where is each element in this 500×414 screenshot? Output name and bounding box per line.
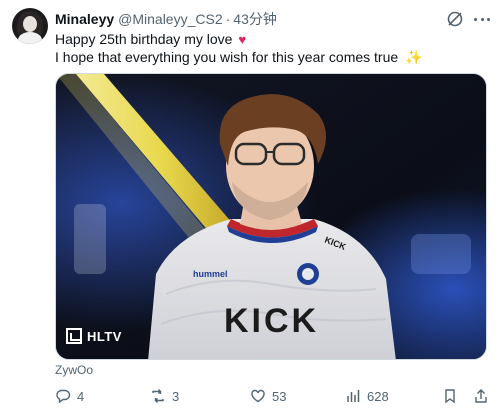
heart-emoji-icon: ♥	[238, 32, 247, 47]
views-count: 628	[367, 388, 389, 404]
user-handle[interactable]: @Minaleyy_CS2	[118, 11, 222, 27]
reply-icon	[56, 389, 71, 404]
reply-count: 4	[77, 388, 85, 404]
tweet-header: Minaleyy @Minaleyy_CS2 · 43分钟	[55, 9, 277, 27]
reply-button[interactable]: 4	[55, 386, 84, 406]
share-button[interactable]	[473, 386, 489, 406]
like-button[interactable]: 53	[250, 386, 286, 406]
hltv-watermark: HLTV	[66, 328, 122, 344]
sparkles-emoji-icon: ✨	[405, 49, 423, 65]
photo-caption: ZywOo	[55, 363, 94, 377]
tweet-text-line-2: I hope that everything you wish for this…	[55, 49, 423, 66]
display-name[interactable]: Minaleyy	[55, 11, 114, 27]
hltv-logo-icon	[66, 328, 82, 344]
jersey-sponsor: KICK	[224, 302, 319, 340]
views-icon	[347, 390, 360, 402]
views-button[interactable]: 628	[345, 386, 389, 406]
separator-dot: ·	[225, 11, 231, 27]
bookmark-icon	[445, 389, 455, 404]
photo-illustration: hummel KICK KICK	[56, 74, 486, 359]
tweet-text-2: I hope that everything you wish for this…	[55, 49, 399, 65]
repost-count: 3	[172, 388, 180, 404]
like-icon	[251, 389, 265, 403]
grok-icon[interactable]	[446, 10, 464, 28]
hltv-text: HLTV	[87, 328, 122, 344]
bookmark-button[interactable]	[442, 386, 458, 406]
repost-icon	[152, 389, 164, 403]
like-count: 53	[272, 388, 287, 404]
action-bar: 4 3 53 628	[55, 386, 495, 406]
tweet-card[interactable]: Minaleyy @Minaleyy_CS2 · 43分钟 Happy 25th…	[0, 0, 500, 414]
avatar[interactable]	[12, 8, 48, 44]
timestamp[interactable]: 43分钟	[233, 9, 277, 29]
jersey-brand: hummel	[193, 269, 228, 279]
tweet-text-line-1: Happy 25th birthday my love ♥	[55, 31, 246, 47]
tweet-text-1: Happy 25th birthday my love	[55, 31, 233, 47]
repost-button[interactable]: 3	[150, 386, 179, 406]
more-icon[interactable]	[472, 10, 492, 28]
share-icon	[475, 389, 487, 403]
tweet-photo[interactable]: hummel KICK KICK HLTV	[55, 73, 487, 360]
